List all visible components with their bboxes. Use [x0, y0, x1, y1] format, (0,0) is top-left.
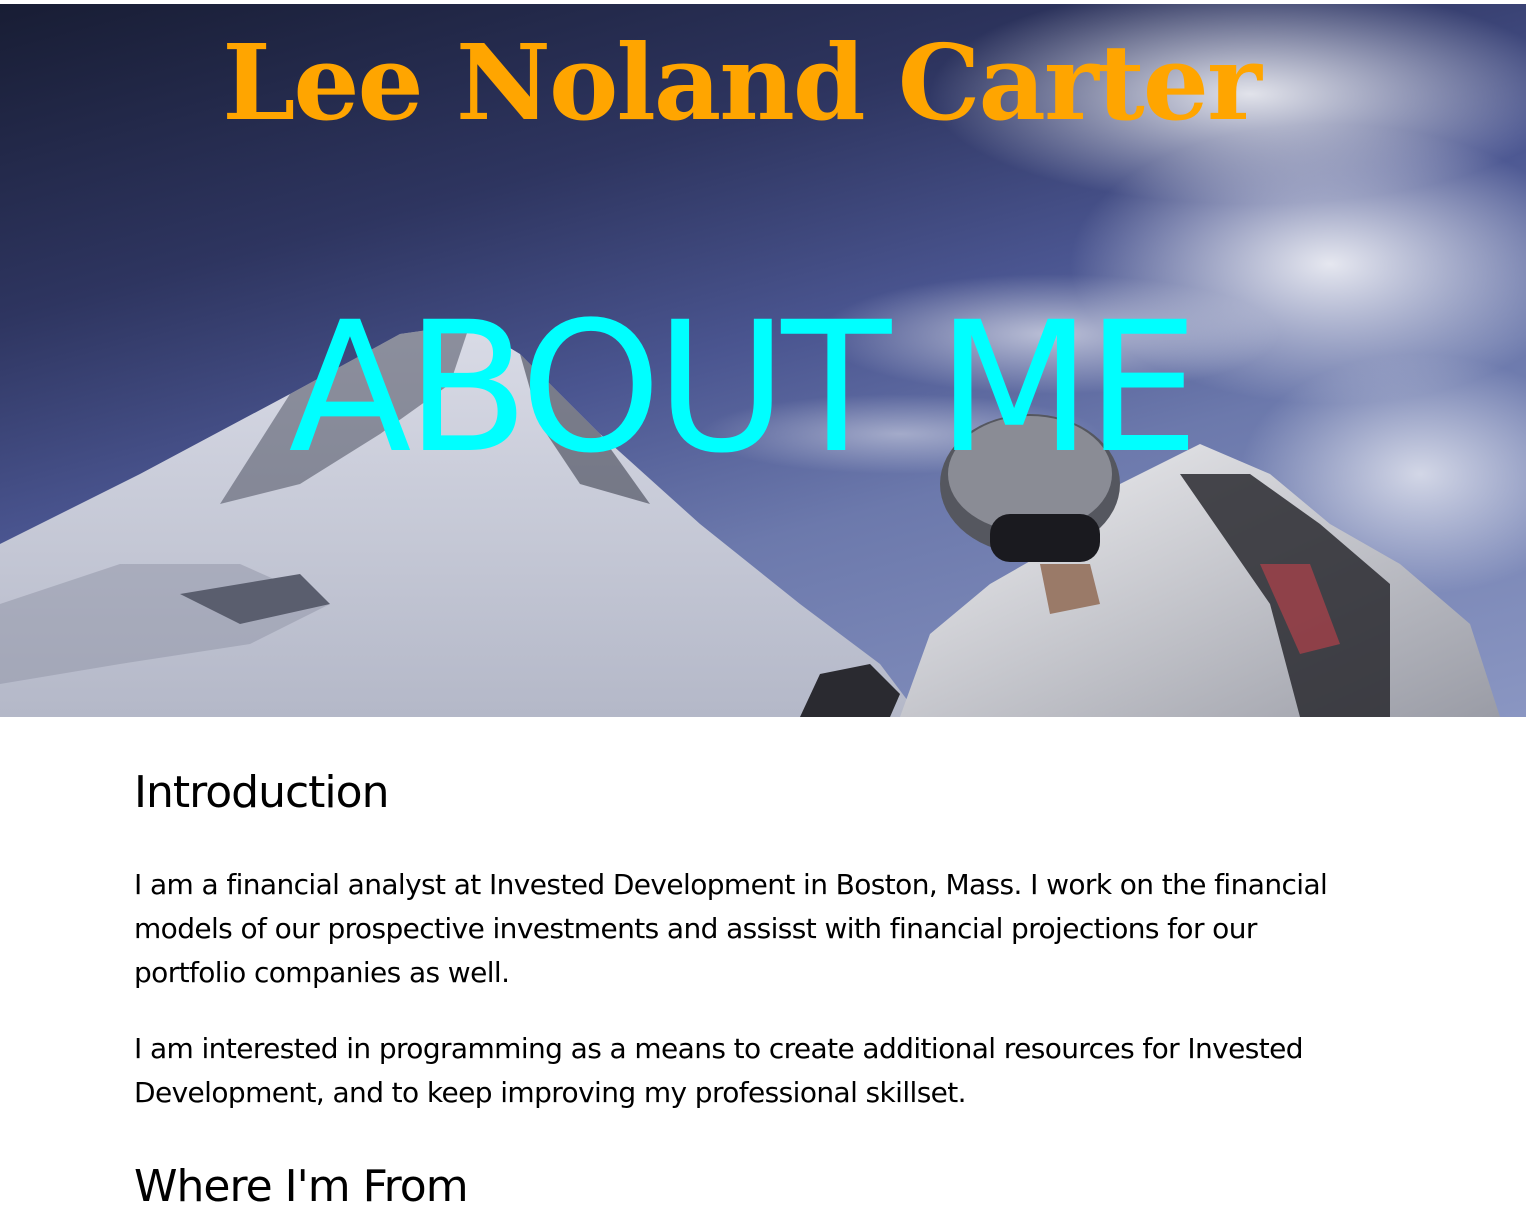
where-from-heading: Where I'm From — [134, 1161, 469, 1212]
hero-banner: Lee Noland Carter ABOUT ME — [0, 4, 1526, 717]
intro-paragraph-2: I am interested in programming as a mean… — [134, 1032, 1304, 1109]
hero-heading: ABOUT ME — [288, 284, 1199, 493]
introduction-heading: Introduction — [134, 767, 389, 818]
main-content: Introduction I am a financial analyst at… — [134, 717, 1364, 1215]
site-title: Lee Noland Carter — [222, 21, 1261, 144]
intro-paragraph-1: I am a financial analyst at Invested Dev… — [134, 868, 1328, 989]
